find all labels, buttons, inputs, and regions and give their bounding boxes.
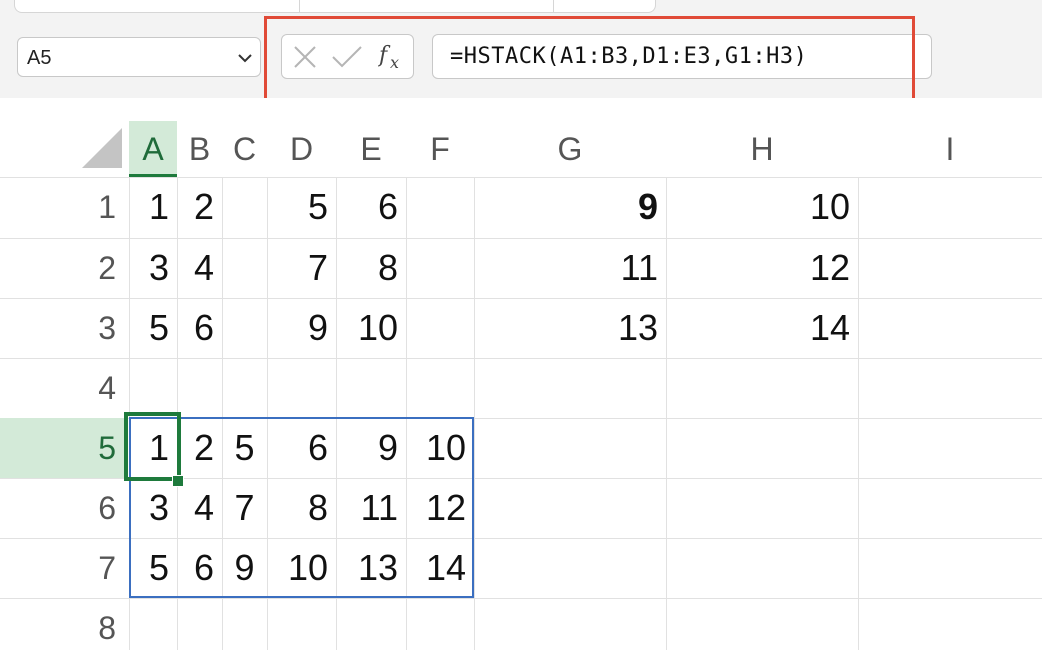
row-header-7[interactable]: 7 bbox=[0, 538, 128, 598]
column-header-a[interactable]: A bbox=[129, 121, 177, 177]
row-header-5[interactable]: 5 bbox=[0, 418, 128, 478]
annotation-highlight-box bbox=[264, 16, 915, 107]
column-header-g[interactable]: G bbox=[474, 121, 666, 177]
column-header-h[interactable]: H bbox=[666, 121, 858, 177]
row-header-3[interactable]: 3 bbox=[0, 298, 128, 358]
cell-e2[interactable]: 8 bbox=[336, 238, 406, 298]
column-header-f[interactable]: F bbox=[406, 121, 474, 177]
cell-b2[interactable]: 4 bbox=[177, 238, 222, 298]
grid-column-line bbox=[858, 177, 859, 650]
row-header-6[interactable]: 6 bbox=[0, 478, 128, 538]
column-header-d[interactable]: D bbox=[267, 121, 336, 177]
ribbon-divider bbox=[553, 0, 554, 12]
cell-d3[interactable]: 9 bbox=[267, 298, 336, 358]
ribbon-control-group bbox=[14, 0, 656, 13]
cell-g3[interactable]: 13 bbox=[474, 298, 666, 358]
row-header-2[interactable]: 2 bbox=[0, 238, 128, 298]
name-box-value[interactable]: A5 bbox=[27, 47, 51, 70]
column-header-b[interactable]: B bbox=[177, 121, 222, 177]
column-header-c[interactable]: C bbox=[222, 121, 267, 177]
fill-handle[interactable] bbox=[172, 475, 184, 487]
cell-g2[interactable]: 11 bbox=[474, 238, 666, 298]
select-all-icon[interactable] bbox=[82, 128, 122, 168]
cell-a2[interactable]: 3 bbox=[129, 238, 177, 298]
cell-b3[interactable]: 6 bbox=[177, 298, 222, 358]
cell-g1[interactable]: 9 bbox=[474, 177, 666, 237]
grid-row-line bbox=[0, 358, 1042, 359]
cell-e1[interactable]: 6 bbox=[336, 177, 406, 237]
row-header-4[interactable]: 4 bbox=[0, 358, 128, 418]
cell-e3[interactable]: 10 bbox=[336, 298, 406, 358]
column-header-i[interactable]: I bbox=[858, 121, 1042, 177]
column-header-e[interactable]: E bbox=[336, 121, 406, 177]
cell-d2[interactable]: 7 bbox=[267, 238, 336, 298]
cell-h1[interactable]: 10 bbox=[666, 177, 858, 237]
cell-a1[interactable]: 1 bbox=[129, 177, 177, 237]
cell-h3[interactable]: 14 bbox=[666, 298, 858, 358]
row-header-1[interactable]: 1 bbox=[0, 177, 128, 237]
ribbon-divider bbox=[299, 0, 300, 12]
active-cell-border[interactable] bbox=[124, 412, 181, 481]
cell-a3[interactable]: 5 bbox=[129, 298, 177, 358]
cell-d1[interactable]: 5 bbox=[267, 177, 336, 237]
grid-row-line bbox=[0, 598, 1042, 599]
name-box[interactable]: A5 bbox=[17, 37, 261, 77]
row-header-8[interactable]: 8 bbox=[0, 598, 128, 650]
cell-b1[interactable]: 2 bbox=[177, 177, 222, 237]
chevron-down-icon[interactable] bbox=[236, 49, 254, 67]
cell-h2[interactable]: 12 bbox=[666, 238, 858, 298]
